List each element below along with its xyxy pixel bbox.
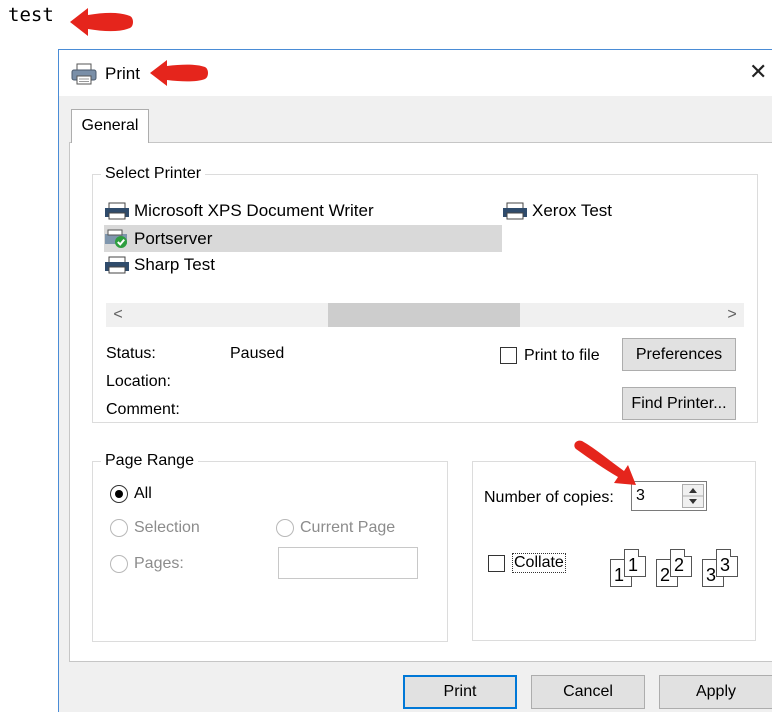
- selection-radio[interactable]: [110, 519, 128, 537]
- annotation-arrow-icon: [574, 440, 636, 485]
- comment-label: Comment:: [106, 401, 180, 418]
- number-of-copies-spinner[interactable]: 3: [631, 481, 707, 511]
- printer-check-icon: [105, 229, 127, 248]
- printer-name: Xerox Test: [532, 201, 613, 220]
- printer-name: Portserver: [134, 228, 213, 248]
- collate-page-icon: 3: [716, 549, 738, 577]
- collate-page-icon: 1: [624, 549, 646, 577]
- tab-general[interactable]: General: [71, 109, 149, 143]
- tab-panel-general: Select Printer Microsoft XPS Document Wr…: [69, 142, 772, 662]
- status-label: Status:: [106, 345, 156, 362]
- printer-name: Microsoft XPS Document Writer: [134, 201, 374, 220]
- close-button[interactable]: ✕: [749, 60, 767, 85]
- spinner-buttons[interactable]: [682, 484, 704, 508]
- background-label: test: [8, 4, 54, 26]
- cancel-button[interactable]: Cancel: [531, 675, 645, 709]
- printer-list-scrollbar[interactable]: < >: [106, 303, 744, 327]
- printer-icon: [105, 202, 129, 220]
- print-dialog: Print ✕ General Select Printer Microsoft…: [58, 49, 772, 712]
- print-to-file-checkbox[interactable]: [500, 347, 517, 364]
- printer-icon: [503, 202, 527, 220]
- collate-page-icon: 2: [670, 549, 692, 577]
- pages-input[interactable]: [278, 547, 418, 579]
- page-range-legend: Page Range: [105, 452, 194, 469]
- annotation-arrow-icon: [150, 60, 208, 86]
- find-printer-button[interactable]: Find Printer...: [622, 387, 736, 420]
- annotation-arrow-icon: [70, 8, 133, 36]
- current-page-label[interactable]: Current Page: [300, 519, 395, 537]
- printer-item-microsoft-xps[interactable]: Microsoft XPS Document Writer: [104, 201, 374, 221]
- printer-icon: [71, 63, 97, 85]
- collate-label[interactable]: Collate: [512, 553, 566, 573]
- scroll-right-icon[interactable]: >: [720, 303, 744, 327]
- apply-button[interactable]: Apply: [659, 675, 772, 709]
- title-bar: Print ✕: [59, 50, 772, 96]
- collate-checkbox[interactable]: [488, 555, 505, 572]
- pages-label[interactable]: Pages:: [134, 555, 184, 573]
- preferences-button[interactable]: Preferences: [622, 338, 736, 371]
- printer-item-xerox-test[interactable]: Xerox Test: [502, 201, 612, 221]
- status-value: Paused: [230, 345, 285, 362]
- pages-radio[interactable]: [110, 555, 128, 573]
- printer-item-portserver[interactable]: Portserver: [104, 225, 502, 252]
- selection-label[interactable]: Selection: [134, 519, 200, 537]
- scroll-left-icon[interactable]: <: [106, 303, 130, 327]
- printer-icon: [105, 256, 129, 274]
- printer-item-sharp-test[interactable]: Sharp Test: [104, 255, 215, 275]
- dialog-title: Print: [105, 64, 140, 83]
- select-printer-legend: Select Printer: [105, 165, 202, 182]
- all-radio[interactable]: [110, 485, 128, 503]
- print-button[interactable]: Print: [403, 675, 517, 709]
- location-label: Location:: [106, 373, 171, 390]
- scrollbar-thumb[interactable]: [328, 303, 520, 327]
- printer-name: Sharp Test: [134, 255, 215, 274]
- radio-selected-dot: [115, 490, 123, 498]
- current-page-radio[interactable]: [276, 519, 294, 537]
- spinner-up-down-icon[interactable]: [683, 485, 703, 507]
- all-label[interactable]: All: [134, 485, 152, 503]
- print-to-file-label[interactable]: Print to file: [524, 347, 600, 365]
